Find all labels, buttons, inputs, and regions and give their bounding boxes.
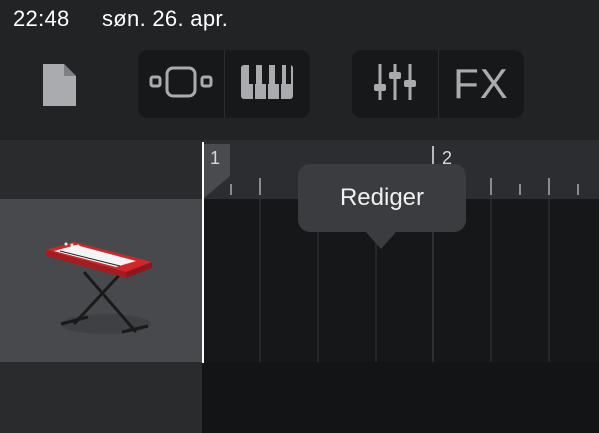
toolbar: FX xyxy=(0,40,599,140)
piano-keys-icon xyxy=(240,64,294,105)
mix-button-group: FX xyxy=(352,50,524,118)
document-icon[interactable] xyxy=(40,62,78,108)
fx-label: FX xyxy=(453,60,509,107)
mixer-sliders-icon xyxy=(372,62,418,107)
ruler-bar-number: 1 xyxy=(210,148,221,168)
ruler-left-spacer xyxy=(0,140,202,199)
edit-tooltip[interactable]: Rediger xyxy=(298,164,466,232)
view-button-group xyxy=(138,50,310,118)
mixer-button[interactable] xyxy=(352,50,438,118)
keyboard-instrument-icon[interactable] xyxy=(36,232,166,342)
tracks-view-button[interactable] xyxy=(138,50,224,118)
piano-keys-button[interactable] xyxy=(224,50,310,118)
status-bar: 22:48 søn. 26. apr. xyxy=(0,0,599,40)
empty-track-area[interactable] xyxy=(202,362,599,433)
status-date: søn. 26. apr. xyxy=(102,6,229,31)
edit-tooltip-label: Rediger xyxy=(339,184,425,211)
empty-header-area xyxy=(0,362,202,433)
tooltip-arrow xyxy=(365,231,397,249)
status-time: 22:48 xyxy=(13,6,70,31)
playhead-line[interactable] xyxy=(202,142,204,363)
tracks-view-icon xyxy=(149,65,213,104)
fx-button[interactable]: FX xyxy=(438,50,524,118)
